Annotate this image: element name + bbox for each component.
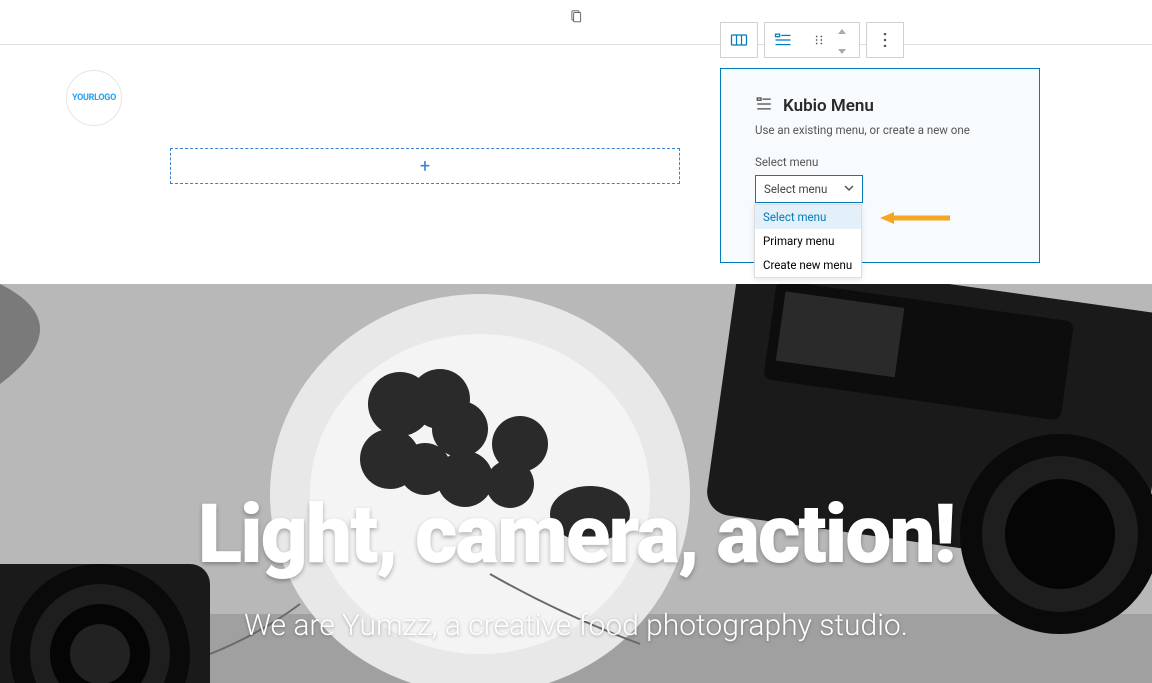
select-menu-dropdown[interactable]: Select menu xyxy=(755,175,863,203)
block-mover xyxy=(837,23,859,57)
select-menu-options: Select menu Primary menu Create new menu xyxy=(754,204,862,278)
select-menu-label: Select menu xyxy=(755,155,1005,169)
chevron-down-icon xyxy=(844,182,854,196)
hero-text: Light, camera, action! We are Yumzz, a c… xyxy=(0,494,1152,643)
annotation-arrow-icon xyxy=(880,211,950,225)
document-icon xyxy=(569,9,583,27)
panel-title-row: Kubio Menu xyxy=(755,95,1005,117)
top-divider xyxy=(0,44,1152,45)
more-options-button[interactable] xyxy=(867,23,903,57)
add-block-placeholder[interactable]: + xyxy=(170,148,680,184)
move-up-button[interactable] xyxy=(837,21,859,40)
select-value: Select menu xyxy=(764,182,827,196)
option-create-new-menu[interactable]: Create new menu xyxy=(755,253,861,277)
toolbar-group-more xyxy=(866,22,904,58)
site-logo[interactable]: YOURLOGO xyxy=(66,70,122,126)
option-primary-menu[interactable]: Primary menu xyxy=(755,229,861,253)
panel-description: Use an existing menu, or create a new on… xyxy=(755,123,1005,137)
drag-handle-button[interactable] xyxy=(801,23,837,57)
block-toolbar xyxy=(720,22,904,58)
toolbar-group-block xyxy=(764,22,860,58)
option-select-menu[interactable]: Select menu xyxy=(755,205,861,229)
block-type-menu-button[interactable] xyxy=(765,23,801,57)
hero-heading: Light, camera, action! xyxy=(0,494,1152,576)
menu-block-icon xyxy=(755,95,773,117)
logo-text: YOURLOGO xyxy=(72,93,116,103)
hero-subheading: We are Yumzz, a creative food photograph… xyxy=(0,608,1152,643)
plus-icon: + xyxy=(420,156,430,177)
select-parent-columns-button[interactable] xyxy=(721,23,757,57)
panel-title: Kubio Menu xyxy=(783,96,874,116)
block-selector-handle[interactable] xyxy=(0,10,1152,26)
move-down-button[interactable] xyxy=(837,40,859,59)
toolbar-group-parent xyxy=(720,22,758,58)
hero-section: Light, camera, action! We are Yumzz, a c… xyxy=(0,284,1152,683)
